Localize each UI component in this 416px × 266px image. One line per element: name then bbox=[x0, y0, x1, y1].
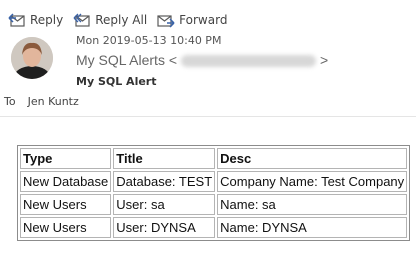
column-header-type: Type bbox=[20, 148, 112, 169]
message-date: Mon 2019-05-13 10:40 PM bbox=[76, 34, 222, 47]
forward-label: Forward bbox=[179, 13, 228, 27]
cell-desc: Name: sa bbox=[217, 194, 408, 215]
table-header-row: Type Title Desc bbox=[20, 148, 408, 169]
forward-icon bbox=[157, 14, 175, 28]
reply-all-icon bbox=[73, 13, 90, 27]
sender-address-redacted bbox=[181, 55, 317, 68]
column-header-title: Title bbox=[113, 148, 216, 169]
reply-label: Reply bbox=[30, 13, 64, 27]
cell-type: New Users bbox=[20, 194, 112, 215]
cell-title: User: sa bbox=[113, 194, 216, 215]
reply-icon bbox=[8, 12, 25, 27]
table-row: New Users User: DYNSA Name: DYNSA bbox=[20, 217, 408, 238]
table-row: New Users User: sa Name: sa bbox=[20, 194, 408, 215]
toolbar: Reply Reply All Forward bbox=[8, 10, 237, 30]
message-subject: My SQL Alert bbox=[76, 75, 157, 88]
sender-name: My SQL Alerts bbox=[76, 52, 165, 68]
sender-avatar bbox=[11, 37, 53, 79]
header-divider bbox=[0, 116, 416, 117]
sender-address-open: < bbox=[168, 52, 178, 68]
reply-button[interactable]: Reply bbox=[8, 12, 64, 28]
forward-button[interactable]: Forward bbox=[157, 13, 227, 28]
to-label: To bbox=[4, 95, 16, 108]
reply-all-label: Reply All bbox=[95, 13, 148, 27]
sender: My SQL Alerts < > bbox=[76, 52, 328, 68]
reply-all-button[interactable]: Reply All bbox=[73, 13, 147, 28]
cell-desc: Company Name: Test Company bbox=[217, 171, 408, 192]
cell-type: New Database bbox=[20, 171, 112, 192]
table-row: New Database Database: TEST Company Name… bbox=[20, 171, 408, 192]
cell-title: Database: TEST bbox=[113, 171, 216, 192]
cell-title: User: DYNSA bbox=[113, 217, 216, 238]
recipient-name[interactable]: Jen Kuntz bbox=[28, 95, 79, 108]
cell-desc: Name: DYNSA bbox=[217, 217, 408, 238]
sender-address-close: > bbox=[320, 52, 329, 68]
alert-table: Type Title Desc New Database Database: T… bbox=[17, 145, 411, 241]
cell-type: New Users bbox=[20, 217, 112, 238]
column-header-desc: Desc bbox=[217, 148, 408, 169]
recipient-row: To Jen Kuntz bbox=[4, 95, 79, 108]
